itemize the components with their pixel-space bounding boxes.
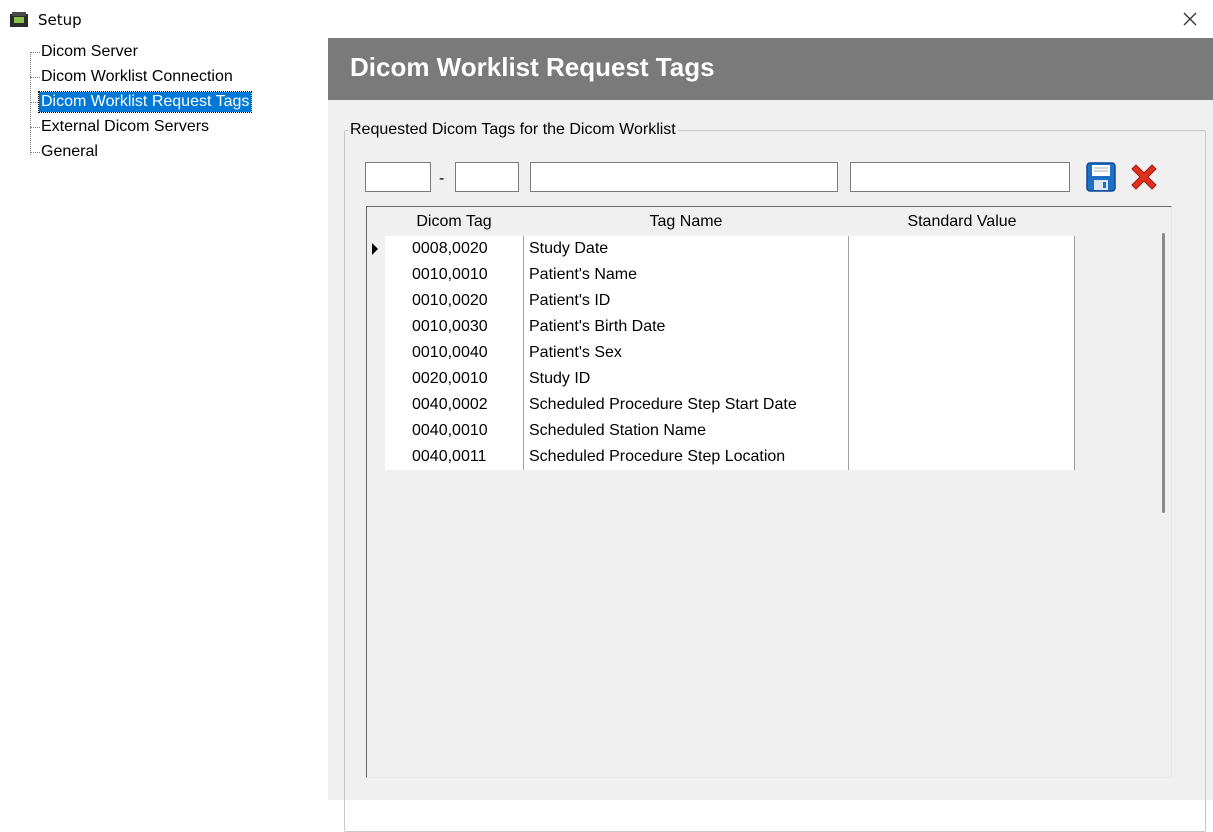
cell-tag-name[interactable]: Study ID xyxy=(524,366,848,392)
table-row[interactable]: 0010,0040 Patient's Sex xyxy=(368,340,1168,366)
row-header[interactable] xyxy=(368,366,384,392)
content-panel: Dicom Worklist Request Tags Requested Di… xyxy=(328,38,1213,832)
tree-item-label: Dicom Server xyxy=(41,43,138,60)
tree-item-label: Dicom Worklist Request Tags xyxy=(37,91,253,113)
tree-item-dicom-worklist-request-tags[interactable]: Dicom Worklist Request Tags xyxy=(8,90,328,115)
cell-dicom-tag[interactable]: 0020,0010 xyxy=(385,366,523,392)
save-icon xyxy=(1086,162,1116,192)
cell-standard-value[interactable] xyxy=(849,288,1074,314)
tag-element-input[interactable] xyxy=(455,162,519,192)
app-icon xyxy=(10,12,28,27)
tree-item-label: General xyxy=(41,143,98,160)
cell-dicom-tag[interactable]: 0040,0011 xyxy=(385,444,523,470)
cell-dicom-tag[interactable]: 0010,0010 xyxy=(385,262,523,288)
table-row[interactable]: 0040,0002 Scheduled Procedure Step Start … xyxy=(368,392,1168,418)
save-button[interactable] xyxy=(1082,158,1120,196)
cell-tag-name[interactable]: Patient's ID xyxy=(524,288,848,314)
table-row[interactable]: 0008,0020 Study Date xyxy=(368,236,1168,262)
window-title: Setup xyxy=(38,11,82,29)
row-header[interactable] xyxy=(368,444,384,470)
cell-tag-name[interactable]: Study Date xyxy=(524,236,848,262)
cell-tag-name[interactable]: Scheduled Procedure Step Location xyxy=(524,444,848,470)
cell-dicom-tag[interactable]: 0008,0020 xyxy=(385,236,523,262)
page-title: Dicom Worklist Request Tags xyxy=(350,52,715,82)
cell-tag-name[interactable]: Patient's Birth Date xyxy=(524,314,848,340)
row-header[interactable] xyxy=(368,418,384,444)
cell-standard-value[interactable] xyxy=(849,418,1074,444)
row-header[interactable] xyxy=(368,262,384,288)
setup-tree: Dicom Server Dicom Worklist Connection D… xyxy=(8,40,328,800)
tree-item-label: External Dicom Servers xyxy=(41,118,210,135)
cell-tag-name[interactable]: Scheduled Procedure Step Start Date xyxy=(524,392,848,418)
row-header[interactable] xyxy=(368,392,384,418)
tag-group-input[interactable] xyxy=(365,162,431,192)
cell-standard-value[interactable] xyxy=(849,314,1074,340)
row-header[interactable] xyxy=(368,288,384,314)
group-label: Requested Dicom Tags for the Dicom Workl… xyxy=(348,120,678,140)
cell-standard-value[interactable] xyxy=(849,366,1074,392)
cell-tag-name[interactable]: Patient's Name xyxy=(524,262,848,288)
panel-header: Dicom Worklist Request Tags xyxy=(328,38,1213,100)
cell-tag-name[interactable]: Scheduled Station Name xyxy=(524,418,848,444)
tree-item-general[interactable]: General xyxy=(8,140,328,165)
cell-dicom-tag[interactable]: 0010,0040 xyxy=(385,340,523,366)
cell-dicom-tag[interactable]: 0040,0002 xyxy=(385,392,523,418)
table-row[interactable]: 0040,0010 Scheduled Station Name xyxy=(368,418,1168,444)
tag-separator: - xyxy=(439,170,445,187)
delete-button[interactable] xyxy=(1125,158,1163,196)
current-row-indicator-icon xyxy=(372,243,378,255)
cell-dicom-tag[interactable]: 0010,0020 xyxy=(385,288,523,314)
cell-standard-value[interactable] xyxy=(849,236,1074,262)
tag-name-input[interactable] xyxy=(530,162,838,192)
vertical-scrollbar[interactable] xyxy=(1162,233,1165,513)
title-bar: Setup xyxy=(0,0,1213,38)
cell-standard-value[interactable] xyxy=(849,340,1074,366)
tree-item-dicom-server[interactable]: Dicom Server xyxy=(8,40,328,65)
table-row[interactable]: 0040,0011 Scheduled Procedure Step Locati… xyxy=(368,444,1168,470)
cell-dicom-tag[interactable]: 0010,0030 xyxy=(385,314,523,340)
tree-item-dicom-worklist-connection[interactable]: Dicom Worklist Connection xyxy=(8,65,328,90)
row-header[interactable] xyxy=(368,314,384,340)
tree-item-label: Dicom Worklist Connection xyxy=(41,68,233,85)
cell-standard-value[interactable] xyxy=(849,444,1074,470)
tree-item-external-dicom-servers[interactable]: External Dicom Servers xyxy=(8,115,328,140)
row-header[interactable] xyxy=(368,236,384,262)
table-row[interactable]: 0010,0010 Patient's Name xyxy=(368,262,1168,288)
row-header[interactable] xyxy=(368,340,384,366)
cell-dicom-tag[interactable]: 0040,0010 xyxy=(385,418,523,444)
column-header-standard-value[interactable]: Standard Value xyxy=(849,208,1075,236)
column-header-dicom-tag[interactable]: Dicom Tag xyxy=(385,208,523,236)
table-row[interactable]: 0010,0030 Patient's Birth Date xyxy=(368,314,1168,340)
table-row[interactable]: 0010,0020 Patient's ID xyxy=(368,288,1168,314)
column-header-tag-name[interactable]: Tag Name xyxy=(524,208,848,236)
close-icon xyxy=(1183,12,1197,26)
close-button[interactable] xyxy=(1167,0,1213,38)
tags-grid[interactable]: Dicom Tag Tag Name Standard Value 0008,0… xyxy=(366,206,1172,778)
cell-standard-value[interactable] xyxy=(849,392,1074,418)
cell-standard-value[interactable] xyxy=(849,262,1074,288)
standard-value-input[interactable] xyxy=(850,162,1070,192)
table-row[interactable]: 0020,0010 Study ID xyxy=(368,366,1168,392)
cell-tag-name[interactable]: Patient's Sex xyxy=(524,340,848,366)
delete-icon xyxy=(1131,164,1157,190)
